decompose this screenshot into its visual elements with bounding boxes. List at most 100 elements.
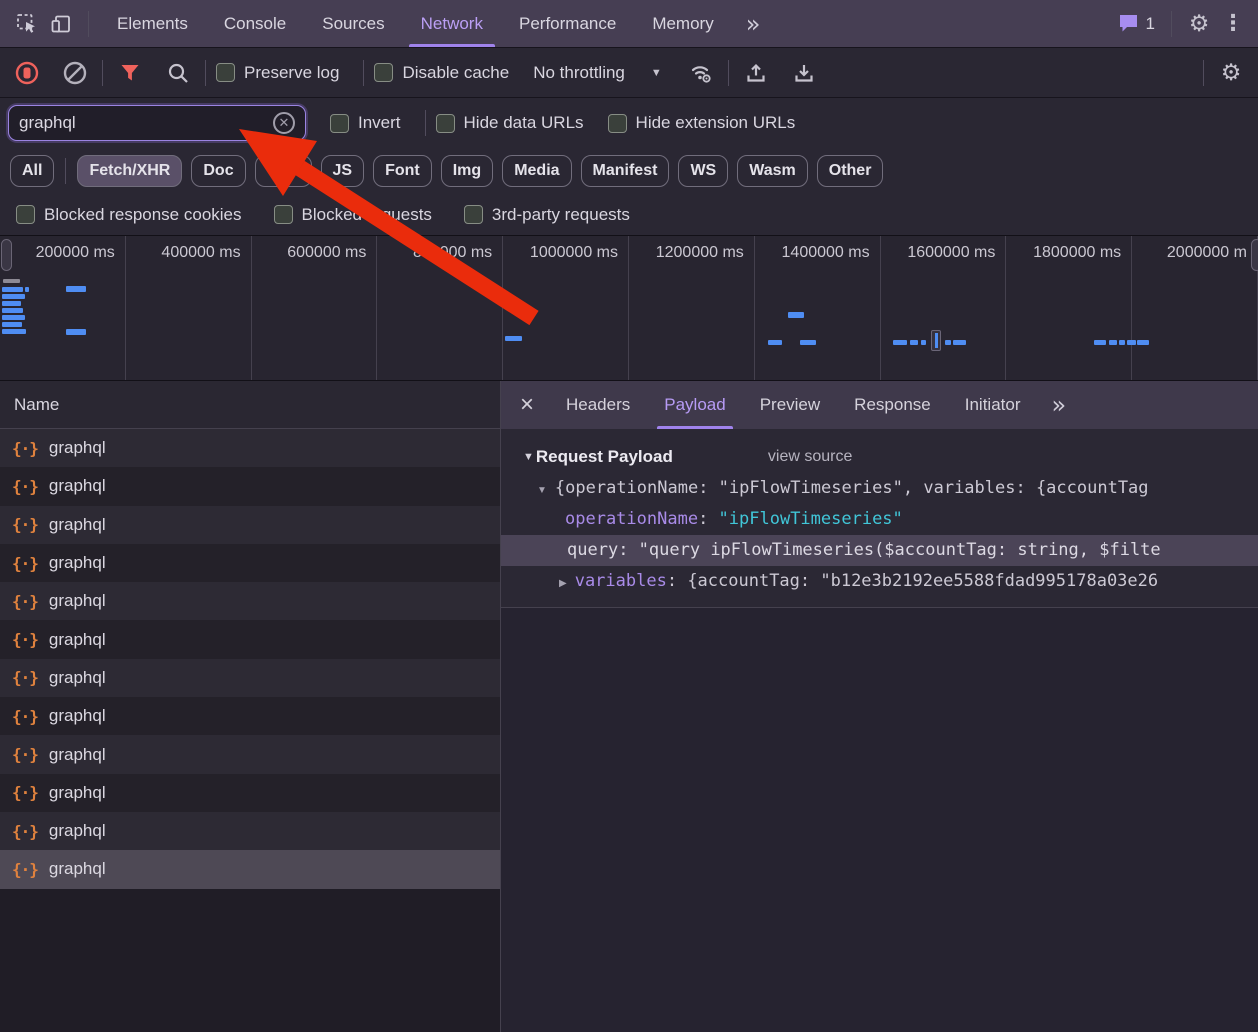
close-icon[interactable]: × — [505, 381, 549, 429]
hide-data-urls-checkbox[interactable] — [436, 114, 455, 133]
clear-filter-icon[interactable]: ✕ — [273, 112, 295, 134]
timeline-left-handle[interactable] — [1, 239, 12, 271]
fetch-braces-icon: {·} — [12, 630, 38, 649]
timeline-bars — [0, 236, 1258, 380]
request-row[interactable]: {·}graphql — [0, 659, 500, 697]
request-timing-bar — [2, 308, 23, 313]
tab-memory[interactable]: Memory — [634, 0, 731, 47]
network-conditions-icon[interactable] — [684, 56, 718, 90]
detail-tab-initiator[interactable]: Initiator — [948, 381, 1038, 429]
clear-network-log-icon[interactable] — [58, 56, 92, 90]
invert-checkbox[interactable] — [330, 114, 349, 133]
request-row[interactable]: {·}graphql — [0, 620, 500, 658]
disable-cache-checkbox[interactable] — [374, 63, 393, 82]
tab-performance[interactable]: Performance — [501, 0, 634, 47]
hide-extension-urls-checkbox[interactable] — [608, 114, 627, 133]
request-row[interactable]: {·}graphql — [0, 850, 500, 888]
request-row[interactable]: {·}graphql — [0, 506, 500, 544]
tab-console[interactable]: Console — [206, 0, 304, 47]
request-timing-bar — [788, 312, 804, 318]
request-row[interactable]: {·}graphql — [0, 735, 500, 773]
chip-js[interactable]: JS — [321, 155, 365, 187]
chip-doc[interactable]: Doc — [191, 155, 245, 187]
issues-button[interactable]: 1 — [1112, 14, 1161, 34]
more-tabs-icon[interactable]: » — [732, 10, 775, 38]
fetch-braces-icon: {·} — [12, 477, 38, 496]
divider — [205, 60, 206, 86]
detail-tab-preview[interactable]: Preview — [743, 381, 837, 429]
tab-network[interactable]: Network — [403, 0, 501, 47]
request-name: graphql — [49, 515, 106, 535]
request-timing-bar — [1119, 340, 1125, 345]
timeline-right-handle[interactable] — [1251, 239, 1258, 271]
request-row[interactable]: {·}graphql — [0, 429, 500, 467]
tab-sources[interactable]: Sources — [304, 0, 402, 47]
payload-summary-line[interactable]: ▼{operationName: "ipFlowTimeseries", var… — [501, 473, 1258, 504]
kebab-menu-icon[interactable]: ⋮ — [1216, 7, 1250, 41]
filter-funnel-icon[interactable] — [113, 56, 147, 90]
expand-triangle-icon[interactable]: ▼ — [537, 485, 547, 496]
network-settings-gear-icon[interactable]: ⚙ — [1214, 56, 1248, 90]
chip-img[interactable]: Img — [441, 155, 493, 187]
request-timing-bar — [1109, 340, 1117, 345]
detail-tab-payload[interactable]: Payload — [647, 381, 742, 429]
settings-gear-icon[interactable]: ⚙ — [1182, 7, 1216, 41]
request-timing-bar — [893, 340, 907, 345]
name-column-header[interactable]: Name — [0, 381, 500, 429]
chip-wasm[interactable]: Wasm — [737, 155, 808, 187]
chip-ws[interactable]: WS — [678, 155, 728, 187]
blocked-response-cookies-checkbox[interactable] — [16, 205, 35, 224]
record-network-log-icon[interactable] — [10, 56, 44, 90]
payload-row-variables[interactable]: ▶variables: {accountTag: "b12e3b2192ee55… — [501, 566, 1258, 597]
chip-font[interactable]: Font — [373, 155, 432, 187]
request-name: graphql — [49, 591, 106, 611]
chip-other[interactable]: Other — [817, 155, 884, 187]
detail-tab-headers[interactable]: Headers — [549, 381, 647, 429]
tab-elements[interactable]: Elements — [99, 0, 206, 47]
device-toolbar-icon[interactable] — [44, 7, 78, 41]
request-name: graphql — [49, 821, 106, 841]
import-har-icon[interactable] — [739, 56, 773, 90]
payload-row-operation-name[interactable]: operationName: "ipFlowTimeseries" — [501, 504, 1258, 535]
network-overview-timeline[interactable]: 200000 ms400000 ms600000 ms800000 ms1000… — [0, 236, 1258, 381]
main-tabs: ElementsConsoleSourcesNetworkPerformance… — [99, 0, 732, 47]
request-row[interactable]: {·}graphql — [0, 582, 500, 620]
detail-tab-response[interactable]: Response — [837, 381, 948, 429]
request-timing-bar — [2, 294, 25, 299]
chip-fetch-xhr[interactable]: Fetch/XHR — [77, 155, 182, 187]
search-icon[interactable] — [161, 56, 195, 90]
payload-row-query[interactable]: query: "query ipFlowTimeseries($accountT… — [501, 535, 1258, 566]
chip-media[interactable]: Media — [502, 155, 571, 187]
blocked-requests-checkbox[interactable] — [274, 205, 293, 224]
divider — [65, 158, 66, 184]
request-row[interactable]: {·}graphql — [0, 774, 500, 812]
throttling-value: No throttling — [533, 63, 625, 83]
view-source-link[interactable]: view source — [768, 448, 852, 466]
request-row[interactable]: {·}graphql — [0, 697, 500, 735]
collapse-triangle-icon[interactable]: ▼ — [523, 451, 534, 463]
more-detail-tabs-icon[interactable]: » — [1037, 391, 1080, 419]
fetch-braces-icon: {·} — [12, 745, 38, 764]
chip-all[interactable]: All — [10, 155, 54, 187]
checkbox-label: Blocked requests — [302, 205, 432, 225]
message-bubble-icon — [1118, 14, 1139, 33]
chip-manifest[interactable]: Manifest — [581, 155, 670, 187]
request-timing-bar — [910, 340, 918, 345]
type-chip-group: Fetch/XHR Doc CSS JSFont Img Media ManifestWS W… — [77, 155, 883, 187]
request-timing-bar — [2, 322, 22, 327]
request-timing-bar — [1127, 340, 1136, 345]
preserve-log-checkbox[interactable] — [216, 63, 235, 82]
request-row[interactable]: {·}graphql — [0, 467, 500, 505]
request-row[interactable]: {·}graphql — [0, 544, 500, 582]
throttling-dropdown[interactable]: No throttling ▼ — [523, 63, 672, 83]
request-row[interactable]: {·}graphql — [0, 812, 500, 850]
expand-triangle-icon[interactable]: ▶ — [559, 578, 567, 589]
request-timing-bar — [66, 286, 86, 292]
request-detail-pane: × HeadersPayloadPreviewResponseInitiator… — [501, 381, 1258, 1032]
filter-input[interactable]: graphql ✕ — [8, 105, 306, 141]
3rd-party-requests-checkbox[interactable] — [464, 205, 483, 224]
export-har-icon[interactable] — [787, 56, 821, 90]
chip-css[interactable]: CSS — [255, 155, 312, 187]
inspect-element-icon[interactable] — [10, 7, 44, 41]
request-name: graphql — [49, 706, 106, 726]
